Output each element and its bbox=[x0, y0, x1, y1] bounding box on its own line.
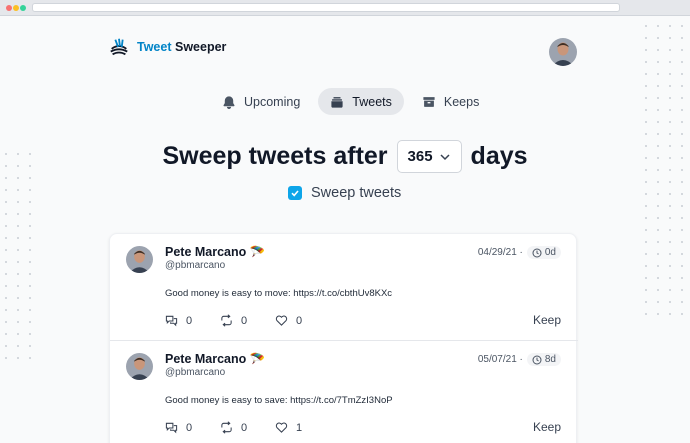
tab-upcoming[interactable]: Upcoming bbox=[210, 88, 312, 115]
days-select-value: 365 bbox=[407, 148, 433, 165]
retweet-icon bbox=[221, 421, 232, 434]
reply-bubbles-icon bbox=[165, 315, 178, 327]
tweet-likes: 1 bbox=[275, 421, 308, 434]
heart-icon bbox=[275, 422, 288, 433]
minimize-window-dot[interactable] bbox=[13, 5, 19, 11]
tweet-date-text: 04/29/21 · bbox=[477, 247, 523, 258]
browser-chrome bbox=[0, 0, 690, 16]
tab-upcoming-label: Upcoming bbox=[244, 94, 301, 109]
tweet-text: Good money is easy to move: https://t.co… bbox=[165, 288, 393, 299]
tweet-author-name[interactable]: Pete Marcano 🪂 bbox=[165, 352, 265, 367]
tweet-date: 05/07/21 · 8d bbox=[478, 353, 561, 366]
sweep-tweets-checkbox[interactable] bbox=[288, 186, 302, 200]
logo-text-sweeper: Sweeper bbox=[174, 40, 227, 54]
tab-tweets-label: Tweets bbox=[352, 94, 392, 109]
tweet-retweets: 0 bbox=[220, 314, 253, 327]
tweet-age-text: 0d bbox=[544, 247, 556, 258]
tweet-date: 04/29/21 · 0d bbox=[478, 246, 561, 259]
main-nav: Upcoming Tweets Keeps bbox=[210, 88, 491, 115]
tweet-author-name-text: Pete Marcano bbox=[165, 245, 247, 259]
tweet-text: Good money is easy to save: https://t.co… bbox=[165, 395, 393, 406]
sweep-tweets-label: Sweep tweets bbox=[311, 185, 402, 201]
logo-text-tweet: Tweet bbox=[137, 40, 172, 54]
keep-button[interactable]: Keep bbox=[533, 420, 561, 434]
heart-icon bbox=[275, 315, 288, 326]
chevron-down-icon bbox=[440, 153, 450, 160]
decorative-dot-pattern bbox=[0, 148, 40, 368]
tweet-author-name-text: Pete Marcano bbox=[165, 352, 247, 366]
tweet-date-text: 05/07/21 · bbox=[477, 354, 523, 365]
tweet-list: Pete Marcano 🪂 @pbmarcano 04/29/21 · 0d … bbox=[109, 233, 578, 443]
tweet-stats: 0 0 0 bbox=[165, 314, 308, 327]
app-logo[interactable]: Tweet Sweeper bbox=[108, 36, 226, 58]
headline-suffix: days bbox=[470, 142, 528, 170]
archive-icon bbox=[423, 96, 435, 107]
close-window-dot[interactable] bbox=[6, 5, 12, 11]
checkmark-icon bbox=[291, 190, 299, 197]
tweet-age-badge: 0d bbox=[526, 246, 561, 259]
tweet-author-avatar[interactable] bbox=[126, 353, 153, 380]
days-select[interactable]: 365 bbox=[396, 140, 462, 173]
address-bar[interactable] bbox=[32, 3, 620, 12]
tab-keeps[interactable]: Keeps bbox=[410, 88, 491, 115]
author-emoji: 🪂 bbox=[249, 352, 266, 366]
user-avatar[interactable] bbox=[549, 38, 577, 66]
like-count: 0 bbox=[296, 314, 303, 327]
tweet-stats: 0 0 1 bbox=[165, 421, 308, 434]
retweet-icon bbox=[221, 314, 232, 327]
clock-icon bbox=[532, 248, 542, 257]
author-emoji: 🪂 bbox=[249, 245, 266, 259]
tweet-author-handle[interactable]: @pbmarcano bbox=[165, 367, 225, 378]
tweet-card: Pete Marcano 🪂 @pbmarcano 04/29/21 · 0d … bbox=[110, 234, 578, 340]
maximize-window-dot[interactable] bbox=[20, 5, 26, 11]
like-count: 1 bbox=[296, 421, 303, 434]
clock-icon bbox=[532, 355, 542, 364]
tweet-card: Pete Marcano 🪂 @pbmarcano 05/07/21 · 8d … bbox=[110, 340, 578, 443]
tab-tweets[interactable]: Tweets bbox=[318, 88, 404, 115]
tweet-age-text: 8d bbox=[544, 354, 556, 365]
retweet-count: 0 bbox=[241, 421, 248, 434]
tweet-author-name[interactable]: Pete Marcano 🪂 bbox=[165, 245, 265, 260]
tweet-retweets: 0 bbox=[220, 421, 253, 434]
tweet-age-badge: 8d bbox=[526, 353, 561, 366]
inbox-stack-icon bbox=[331, 96, 343, 108]
tweet-replies: 0 bbox=[165, 421, 198, 434]
tweet-likes: 0 bbox=[275, 314, 308, 327]
sweep-setting-headline: Sweep tweets after 365 days bbox=[0, 140, 690, 173]
sweeper-logo-icon bbox=[110, 38, 128, 56]
headline-prefix: Sweep tweets after bbox=[162, 142, 388, 170]
retweet-count: 0 bbox=[241, 314, 248, 327]
tweet-author-avatar[interactable] bbox=[126, 246, 153, 273]
reply-count: 0 bbox=[186, 421, 193, 434]
reply-bubbles-icon bbox=[165, 422, 178, 434]
bell-icon bbox=[223, 95, 235, 109]
tab-keeps-label: Keeps bbox=[443, 94, 480, 109]
tweet-replies: 0 bbox=[165, 314, 198, 327]
keep-button[interactable]: Keep bbox=[533, 313, 561, 327]
sweep-tweets-toggle[interactable]: Sweep tweets bbox=[288, 185, 401, 201]
reply-count: 0 bbox=[186, 314, 193, 327]
tweet-author-handle[interactable]: @pbmarcano bbox=[165, 260, 225, 271]
